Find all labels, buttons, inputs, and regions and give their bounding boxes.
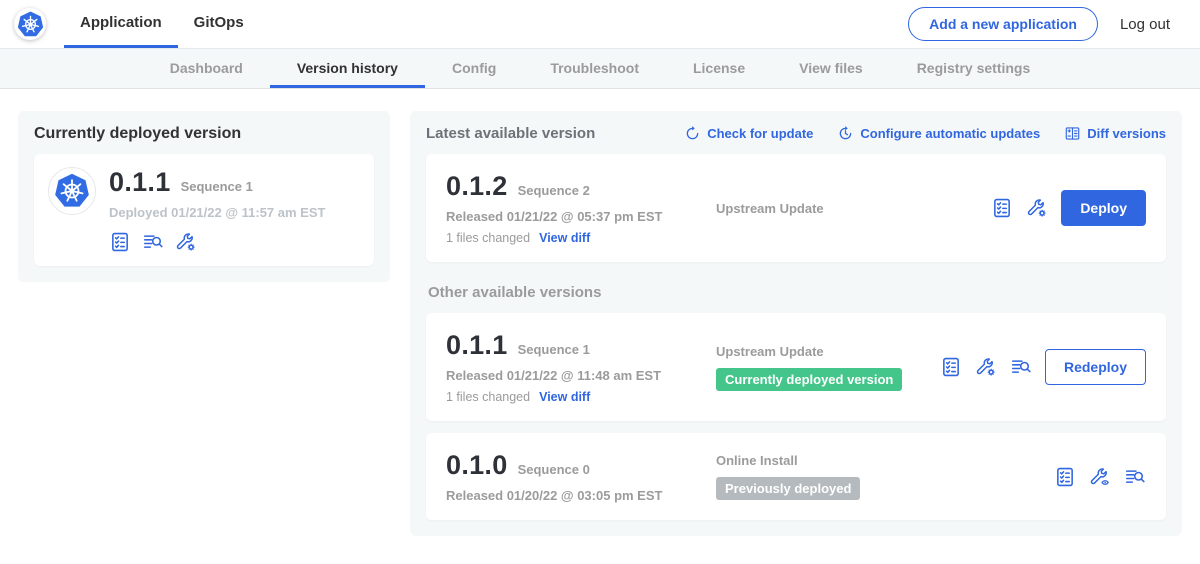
- files-changed-label: 1 files changed: [446, 390, 530, 404]
- refresh-icon: [684, 125, 701, 142]
- app-kubernetes-icon: [48, 167, 96, 215]
- view-diff-link[interactable]: View diff: [539, 231, 590, 245]
- other-versions-title: Other available versions: [428, 284, 1166, 301]
- preflight-results-icon[interactable]: [142, 231, 164, 253]
- deployed-sequence-label: Sequence 1: [181, 179, 253, 194]
- subnav-registry-settings[interactable]: Registry settings: [890, 49, 1058, 88]
- redeploy-button[interactable]: Redeploy: [1045, 349, 1146, 385]
- view-config-icon[interactable]: [1089, 466, 1111, 488]
- subnav-dashboard[interactable]: Dashboard: [143, 49, 270, 88]
- main-content: Currently deployed version 0.1.1 Sequenc…: [0, 89, 1200, 536]
- released-timestamp: Released 01/20/22 @ 03:05 pm EST: [446, 488, 708, 503]
- edit-config-icon[interactable]: [1026, 197, 1048, 219]
- version-source-label: Upstream Update: [716, 344, 940, 359]
- diff-versions-label: Diff versions: [1087, 126, 1166, 141]
- top-navbar: Application GitOps Add a new application…: [0, 0, 1200, 48]
- version-number: 0.1.0: [446, 450, 508, 481]
- subnav-view-files[interactable]: View files: [772, 49, 890, 88]
- subnav-version-history[interactable]: Version history: [270, 49, 425, 88]
- tab-application-label: Application: [80, 14, 162, 31]
- version-history-panel: Latest available version Check for updat…: [410, 111, 1182, 536]
- deploy-button[interactable]: Deploy: [1061, 190, 1146, 226]
- version-number: 0.1.1: [446, 330, 508, 361]
- latest-available-title: Latest available version: [426, 125, 595, 142]
- subnav-config[interactable]: Config: [425, 49, 523, 88]
- subnav-troubleshoot[interactable]: Troubleshoot: [523, 49, 666, 88]
- version-source-label: Upstream Update: [716, 201, 991, 216]
- deployed-timestamp: Deployed 01/21/22 @ 11:57 am EST: [109, 205, 325, 220]
- schedule-icon: [837, 125, 854, 142]
- configure-automatic-updates-link[interactable]: Configure automatic updates: [837, 125, 1040, 142]
- currently-deployed-badge: Currently deployed version: [716, 368, 902, 391]
- view-diff-link[interactable]: View diff: [539, 390, 590, 404]
- check-for-update-link[interactable]: Check for update: [684, 125, 813, 142]
- version-card-latest: 0.1.2 Sequence 2 Released 01/21/22 @ 05:…: [426, 154, 1166, 262]
- tab-gitops[interactable]: GitOps: [178, 0, 260, 48]
- preflight-results-icon[interactable]: [1124, 466, 1146, 488]
- preflight-results-icon[interactable]: [1010, 356, 1032, 378]
- kubernetes-logo: [14, 8, 46, 40]
- check-for-update-label: Check for update: [707, 126, 813, 141]
- files-changed-label: 1 files changed: [446, 231, 530, 245]
- release-notes-icon[interactable]: [940, 356, 962, 378]
- previously-deployed-badge: Previously deployed: [716, 477, 860, 500]
- release-notes-icon[interactable]: [991, 197, 1013, 219]
- version-card-0-1-0: 0.1.0 Sequence 0 Released 01/20/22 @ 03:…: [426, 433, 1166, 520]
- released-timestamp: Released 01/21/22 @ 11:48 am EST: [446, 368, 708, 383]
- deployed-version-card: 0.1.1 Sequence 1 Deployed 01/21/22 @ 11:…: [34, 154, 374, 266]
- tab-application[interactable]: Application: [64, 0, 178, 48]
- currently-deployed-card: Currently deployed version 0.1.1 Sequenc…: [18, 111, 390, 282]
- currently-deployed-title: Currently deployed version: [34, 125, 374, 143]
- version-source-label: Online Install: [716, 453, 1054, 468]
- diff-icon: [1064, 125, 1081, 142]
- version-number: 0.1.2: [446, 171, 508, 202]
- release-notes-icon[interactable]: [1054, 466, 1076, 488]
- version-card-0-1-1: 0.1.1 Sequence 1 Released 01/21/22 @ 11:…: [426, 313, 1166, 421]
- sequence-label: Sequence 0: [518, 462, 590, 477]
- configure-automatic-updates-label: Configure automatic updates: [860, 126, 1040, 141]
- tab-gitops-label: GitOps: [194, 14, 244, 31]
- release-notes-icon[interactable]: [109, 231, 131, 253]
- edit-config-icon[interactable]: [175, 231, 197, 253]
- subnav-license[interactable]: License: [666, 49, 772, 88]
- edit-config-icon[interactable]: [975, 356, 997, 378]
- add-application-button[interactable]: Add a new application: [908, 7, 1098, 41]
- released-timestamp: Released 01/21/22 @ 05:37 pm EST: [446, 209, 708, 224]
- sequence-label: Sequence 2: [518, 183, 590, 198]
- sequence-label: Sequence 1: [518, 342, 590, 357]
- deployed-version-number: 0.1.1: [109, 167, 171, 198]
- app-subnav: Dashboard Version history Config Trouble…: [0, 48, 1200, 89]
- logout-button[interactable]: Log out: [1120, 16, 1170, 33]
- diff-versions-link[interactable]: Diff versions: [1064, 125, 1166, 142]
